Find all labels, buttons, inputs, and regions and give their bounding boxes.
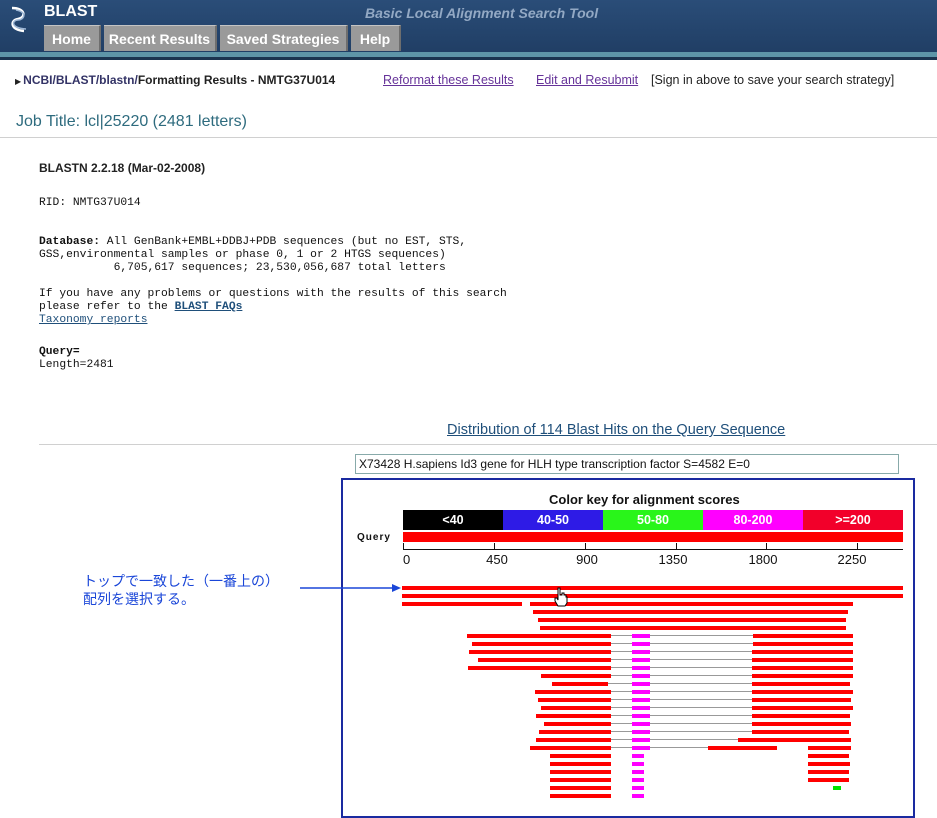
blast-faq-link-label: BLAST FAQs bbox=[174, 301, 243, 313]
database-label: Database: bbox=[39, 236, 101, 248]
tab-home[interactable]: Home bbox=[44, 25, 101, 51]
axis-tick-label: 450 bbox=[486, 552, 508, 567]
taxonomy-reports-link[interactable]: Taxonomy reports bbox=[39, 314, 147, 326]
query-label: Query= bbox=[39, 346, 80, 359]
hit-description-box: X73428 H.sapiens Id3 gene for HLH type t… bbox=[355, 454, 899, 474]
breadcrumb-current: Formatting Results - NMTG37U014 bbox=[137, 73, 336, 87]
tab-help[interactable]: Help bbox=[351, 25, 401, 51]
query-axis bbox=[403, 549, 903, 550]
color-key-50-80: 50-80 bbox=[603, 510, 703, 530]
query-label-text: Query= bbox=[39, 346, 80, 358]
query-length: Length=2481 bbox=[39, 359, 114, 371]
job-title: Job Title: lcl|25220 (2481 letters) bbox=[16, 113, 247, 130]
color-key-40-50: 40-50 bbox=[503, 510, 603, 530]
axis-tick-label: 2250 bbox=[837, 552, 867, 567]
axis-tick bbox=[494, 543, 495, 550]
request-id: RID: NMTG37U014 bbox=[39, 197, 141, 209]
edit-resubmit-link[interactable]: Edit and Resubmit bbox=[536, 73, 638, 87]
instruction-line-2: 配列を選択する。 bbox=[83, 591, 195, 607]
breadcrumb-blast[interactable]: BLAST/ bbox=[56, 73, 99, 87]
hand-cursor-icon bbox=[554, 587, 568, 607]
breadcrumb: ▶ NCBI/BLAST/blastn/Formatting Results - … bbox=[15, 73, 335, 87]
axis-tick-label: 900 bbox=[576, 552, 598, 567]
color-key-80-200: 80-200 bbox=[703, 510, 803, 530]
divider bbox=[0, 137, 937, 138]
distribution-divider bbox=[39, 444, 937, 445]
sign-in-note: [Sign in above to save your search strat… bbox=[651, 73, 895, 87]
reformat-results-link[interactable]: Reformat these Results bbox=[383, 73, 514, 87]
axis-tick bbox=[766, 543, 767, 550]
color-key-title: Color key for alignment scores bbox=[549, 492, 740, 507]
header-stripe-shadow bbox=[0, 57, 937, 60]
axis-tick-label: 1800 bbox=[748, 552, 778, 567]
axis-tick bbox=[857, 543, 858, 550]
instruction-note: トップで一致した（一番上の） 配列を選択する。 bbox=[83, 572, 279, 608]
color-key-lt40: <40 bbox=[403, 510, 503, 530]
app-subtitle: Basic Local Alignment Search Tool bbox=[365, 5, 599, 21]
blast-version: BLASTN 2.2.18 (Mar-02-2008) bbox=[39, 161, 206, 175]
axis-tick-label: 1350 bbox=[658, 552, 688, 567]
tab-saved-strategies[interactable]: Saved Strategies bbox=[220, 25, 348, 51]
axis-tick bbox=[403, 543, 404, 550]
breadcrumb-blastn[interactable]: blastn/ bbox=[99, 73, 138, 87]
axis-tick bbox=[676, 543, 677, 550]
app-name[interactable]: BLAST bbox=[44, 3, 97, 21]
breadcrumb-ncbi[interactable]: NCBI/ bbox=[23, 73, 56, 87]
help-text-2-prefix: please refer to the bbox=[39, 301, 175, 313]
query-track-bar bbox=[403, 532, 903, 542]
database-info: Database: All GenBank+EMBL+DDBJ+PDB sequ… bbox=[39, 236, 466, 249]
taxonomy-line: Taxonomy reports bbox=[39, 314, 147, 327]
help-text-2: please refer to the BLAST FAQs bbox=[39, 301, 242, 314]
blast-logo-icon[interactable] bbox=[6, 4, 32, 36]
help-text-1: If you have any problems or questions wi… bbox=[39, 288, 507, 300]
distribution-title-link[interactable]: Distribution of 114 Blast Hits on the Qu… bbox=[447, 422, 785, 438]
database-line-3: 6,705,617 sequences; 23,530,056,687 tota… bbox=[39, 262, 446, 274]
breadcrumb-arrow-icon: ▶ bbox=[15, 77, 22, 86]
blast-faq-link[interactable]: BLAST FAQs bbox=[175, 301, 243, 313]
database-line-2: GSS,environmental samples or phase 0, 1 … bbox=[39, 249, 446, 261]
tab-recent-results[interactable]: Recent Results bbox=[104, 25, 217, 51]
color-key-gte200: >=200 bbox=[803, 510, 903, 530]
query-track-label: Query bbox=[357, 532, 391, 543]
instruction-line-1: トップで一致した（一番上の） bbox=[83, 573, 279, 589]
axis-tick-label: 0 bbox=[403, 552, 411, 567]
database-line-1: All GenBank+EMBL+DDBJ+PDB sequences (but… bbox=[100, 236, 467, 248]
axis-tick bbox=[585, 543, 586, 550]
